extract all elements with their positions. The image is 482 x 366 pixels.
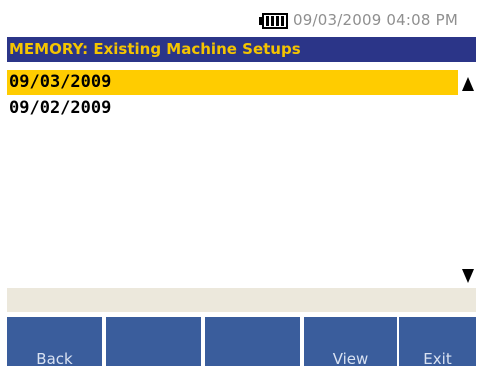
list-item-label: 09/02/2009: [9, 98, 112, 118]
list-item[interactable]: 09/02/2009: [7, 96, 458, 121]
list-item-selected[interactable]: 09/03/2009: [7, 70, 458, 95]
analyzer-screen: 09/03/2009 04:08 PM MEMORY: Existing Mac…: [7, 6, 476, 366]
softkey-back[interactable]: Back: [7, 317, 102, 366]
softkey-3[interactable]: [205, 317, 300, 366]
message-strip: [7, 288, 476, 312]
triangle-up-icon[interactable]: [462, 77, 474, 91]
battery-full-icon: [259, 13, 288, 29]
title-bar: MEMORY: Existing Machine Setups: [7, 37, 476, 62]
softkey-label: View: [332, 350, 369, 366]
list-item-label: 09/03/2009: [9, 72, 112, 92]
page-title: MEMORY: Existing Machine Setups: [9, 40, 301, 58]
triangle-down-icon[interactable]: [462, 269, 474, 283]
softkey-bar: Back View Exit: [7, 317, 476, 366]
softkey-2[interactable]: [106, 317, 201, 366]
softkey-label: Exit: [423, 350, 452, 366]
softkey-label: Back: [36, 350, 73, 366]
setups-list: 09/03/2009 09/02/2009: [7, 65, 476, 287]
softkey-exit[interactable]: Exit: [399, 317, 476, 366]
datetime-readout: 09/03/2009 04:08 PM: [293, 11, 459, 29]
softkey-view[interactable]: View: [304, 317, 397, 366]
status-bar: 09/03/2009 04:08 PM: [7, 6, 476, 36]
